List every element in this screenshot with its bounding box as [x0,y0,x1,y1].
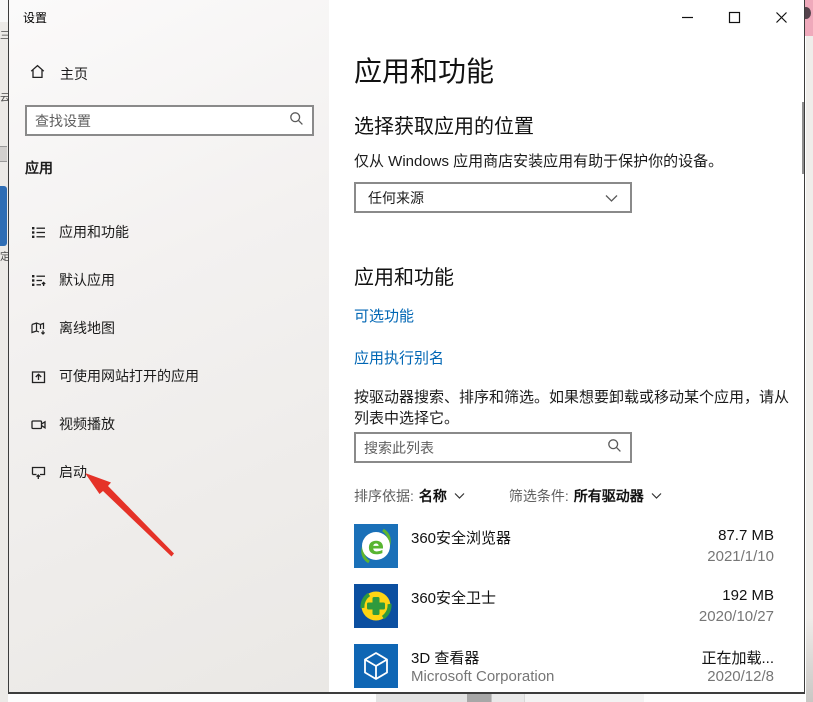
sidebar-item-label: 启动 [59,462,87,482]
sidebar-item-label: 视频播放 [59,414,115,434]
filter-by-dropdown[interactable]: 筛选条件: 所有驱动器 [509,486,662,506]
maximize-button[interactable] [714,4,754,30]
app-publisher: Microsoft Corporation [411,668,554,685]
app-execution-aliases-link[interactable]: 应用执行别名 [354,347,444,368]
sidebar-home-label: 主页 [60,64,88,84]
settings-search-box[interactable] [25,105,314,136]
sidebar-item-video-playback[interactable]: 视频播放 [9,408,329,440]
app-icon-360-safe [354,584,398,628]
choose-source-description: 仅从 Windows 应用商店安装应用有助于保护你的设备。 [354,151,794,172]
sidebar: 设置 主页 应用 应用和功能 [9,0,329,692]
app-source-dropdown-value: 任何来源 [368,188,424,208]
background-blue-bar [0,186,7,246]
sidebar-item-label: 默认应用 [59,270,115,290]
app-list-search-box[interactable] [354,432,632,463]
sidebar-section-label: 应用 [25,158,53,178]
background-text-fragment: 云 [0,89,8,104]
apps-features-icon [29,223,47,241]
chevron-down-icon [605,190,618,206]
offline-maps-icon [29,319,47,337]
sidebar-item-label: 应用和功能 [59,222,129,242]
close-button[interactable] [761,4,801,30]
search-icon [289,111,304,131]
background-text-fragment: 三 [0,27,8,42]
sidebar-item-label: 离线地图 [59,318,115,338]
apps-for-websites-icon [29,367,47,385]
sidebar-item-startup[interactable]: 启动 [9,456,329,488]
home-icon [29,63,46,85]
background-window-left-sliver: 三 云 定 [0,0,8,702]
background-left-top [0,0,8,22]
page-title: 应用和功能 [354,50,494,90]
app-list-search-input[interactable] [356,440,607,456]
app-size: 正在加载... [701,647,774,668]
app-row-360-browser[interactable]: e 360安全浏览器 87.7 MB 2021/1/10 [354,524,774,568]
apps-features-heading: 应用和功能 [354,261,454,290]
filter-by-label: 筛选条件: [509,486,569,506]
window-title: 设置 [23,9,47,26]
window-controls [667,4,805,30]
sidebar-item-default-apps[interactable]: 默认应用 [9,264,329,296]
app-name: 360安全浏览器 [411,527,511,548]
background-window-right-sliver [806,0,813,702]
app-name: 360安全卫士 [411,587,496,608]
app-size: 192 MB [722,587,774,604]
startup-icon [29,463,47,481]
sort-by-dropdown[interactable]: 排序依据: 名称 [354,486,465,506]
scrollbar-track [524,694,644,702]
scrollbar-track [491,694,524,702]
sidebar-item-apps-features[interactable]: 应用和功能 [9,216,329,248]
chevron-down-icon [651,492,662,500]
sort-by-value: 名称 [419,486,447,506]
app-icon-360-browser: e [354,524,398,568]
app-row-3d-viewer[interactable]: 3D 查看器 Microsoft Corporation 正在加载... 202… [354,644,774,688]
default-apps-icon [29,271,47,289]
optional-features-link[interactable]: 可选功能 [354,305,414,326]
minimize-button[interactable] [667,4,707,30]
app-date: 2020/10/27 [699,608,774,625]
content-scrollbar-thumb[interactable] [802,102,805,174]
filter-by-value: 所有驱动器 [574,486,644,506]
chevron-down-icon [454,492,465,500]
main-content: 应用和功能 选择获取应用的位置 仅从 Windows 应用商店安装应用有助于保护… [329,0,805,692]
sort-by-label: 排序依据: [354,486,414,506]
app-name: 3D 查看器 [411,647,479,668]
background-pink-sliver [805,0,813,36]
background-gray-fragment [0,146,7,162]
app-date: 2020/12/8 [707,668,774,685]
background-horizontal-scrollbar [8,694,805,702]
sidebar-item-offline-maps[interactable]: 离线地图 [9,312,329,344]
video-playback-icon [29,415,47,433]
search-icon [607,438,622,458]
app-icon-3d-viewer [354,644,398,688]
sort-filter-row: 排序依据: 名称 筛选条件: 所有驱动器 [354,486,662,506]
sidebar-item-label: 可使用网站打开的应用 [59,366,199,386]
sidebar-item-apps-for-websites[interactable]: 可使用网站打开的应用 [9,360,329,392]
sidebar-item-home[interactable]: 主页 [29,63,88,85]
app-source-dropdown[interactable]: 任何来源 [354,182,632,213]
scrollbar-track [376,694,468,702]
choose-source-heading: 选择获取应用的位置 [354,110,534,139]
scrollbar-thumb[interactable] [467,694,491,702]
apps-list-description: 按驱动器搜索、排序和筛选。如果想要卸载或移动某个应用，请从列表中选择它。 [354,387,802,429]
background-text-fragment: 定 [0,248,8,263]
app-row-360-safe[interactable]: 360安全卫士 192 MB 2020/10/27 [354,584,774,628]
settings-window: 设置 主页 应用 应用和功能 [8,0,805,694]
app-date: 2021/1/10 [707,548,774,565]
settings-search-input[interactable] [27,113,289,129]
svg-text:e: e [368,532,384,560]
background-pink-blob [805,7,811,19]
app-size: 87.7 MB [718,527,774,544]
